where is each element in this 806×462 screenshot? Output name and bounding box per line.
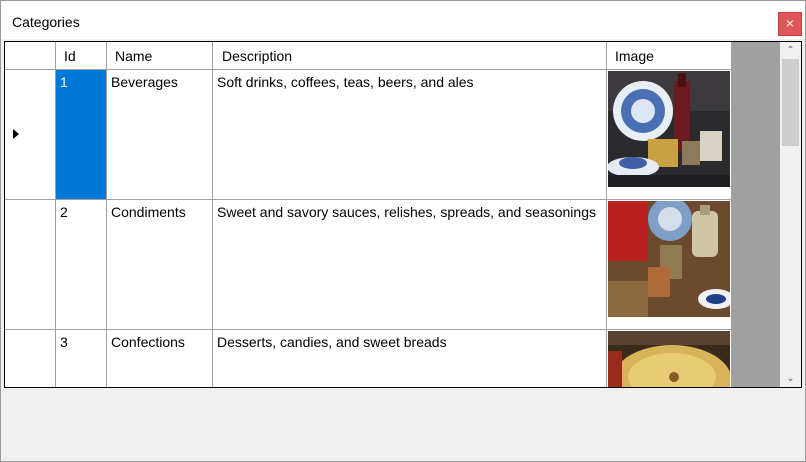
column-header-label: Id [64, 48, 76, 64]
condiments-photo-icon [608, 201, 730, 317]
cell-name-value: Beverages [111, 74, 178, 90]
cell-name-value: Confections [111, 334, 185, 350]
window-title: Categories [12, 14, 80, 30]
confections-photo-icon [608, 331, 730, 387]
categories-grid[interactable]: Id Name Description Image 1 Beverages So… [4, 41, 802, 388]
row-header-corner [5, 42, 56, 70]
row-header[interactable] [5, 200, 56, 330]
close-button[interactable]: × [778, 12, 802, 36]
scroll-up-button[interactable]: ⌃ [780, 42, 801, 59]
cell-id-value: 2 [60, 204, 68, 220]
cell-image[interactable] [607, 70, 732, 200]
cell-id-value: 3 [60, 334, 68, 350]
cell-id-value: 1 [60, 74, 68, 90]
cell-description-value: Desserts, candies, and sweet breads [217, 334, 447, 350]
column-header-id[interactable]: Id [56, 42, 107, 70]
column-header-label: Description [222, 48, 293, 64]
title-bar: Categories × [1, 1, 805, 39]
column-header-name[interactable]: Name [107, 42, 213, 70]
column-header-label: Image [615, 48, 654, 64]
cell-name[interactable]: Condiments [107, 200, 213, 330]
cell-description-value: Soft drinks, coffees, teas, beers, and a… [217, 74, 474, 90]
scroll-down-button[interactable]: ⌄ [780, 370, 801, 387]
row-header[interactable] [5, 330, 56, 387]
column-header-label: Name [115, 48, 153, 64]
beverages-photo-icon [608, 71, 730, 187]
row-header[interactable] [5, 70, 56, 200]
cell-description-value: Sweet and savory sauces, relishes, sprea… [217, 204, 596, 220]
close-icon: × [785, 15, 795, 31]
cell-name-value: Condiments [111, 204, 186, 220]
cell-image[interactable] [607, 330, 732, 387]
grid-content: Id Name Description Image 1 Beverages So… [5, 42, 732, 387]
current-row-arrow-icon [13, 129, 19, 139]
categories-window: Categories × Id Name Description Image 1… [0, 0, 806, 462]
cell-id[interactable]: 2 [56, 200, 107, 330]
column-header-description[interactable]: Description [213, 42, 607, 70]
column-header-image[interactable]: Image [607, 42, 732, 70]
chevron-up-icon: ⌃ [786, 45, 795, 56]
cell-image[interactable] [607, 200, 732, 330]
cell-description[interactable]: Soft drinks, coffees, teas, beers, and a… [213, 70, 607, 200]
cell-name[interactable]: Confections [107, 330, 213, 387]
cell-id[interactable]: 3 [56, 330, 107, 387]
cell-name[interactable]: Beverages [107, 70, 213, 200]
chevron-down-icon: ⌄ [786, 373, 795, 384]
vertical-scrollbar[interactable]: ⌃ ⌄ [780, 42, 801, 387]
cell-id[interactable]: 1 [56, 70, 107, 200]
cell-description[interactable]: Sweet and savory sauces, relishes, sprea… [213, 200, 607, 330]
scrollbar-thumb[interactable] [782, 59, 799, 146]
cell-description[interactable]: Desserts, candies, and sweet breads [213, 330, 607, 387]
